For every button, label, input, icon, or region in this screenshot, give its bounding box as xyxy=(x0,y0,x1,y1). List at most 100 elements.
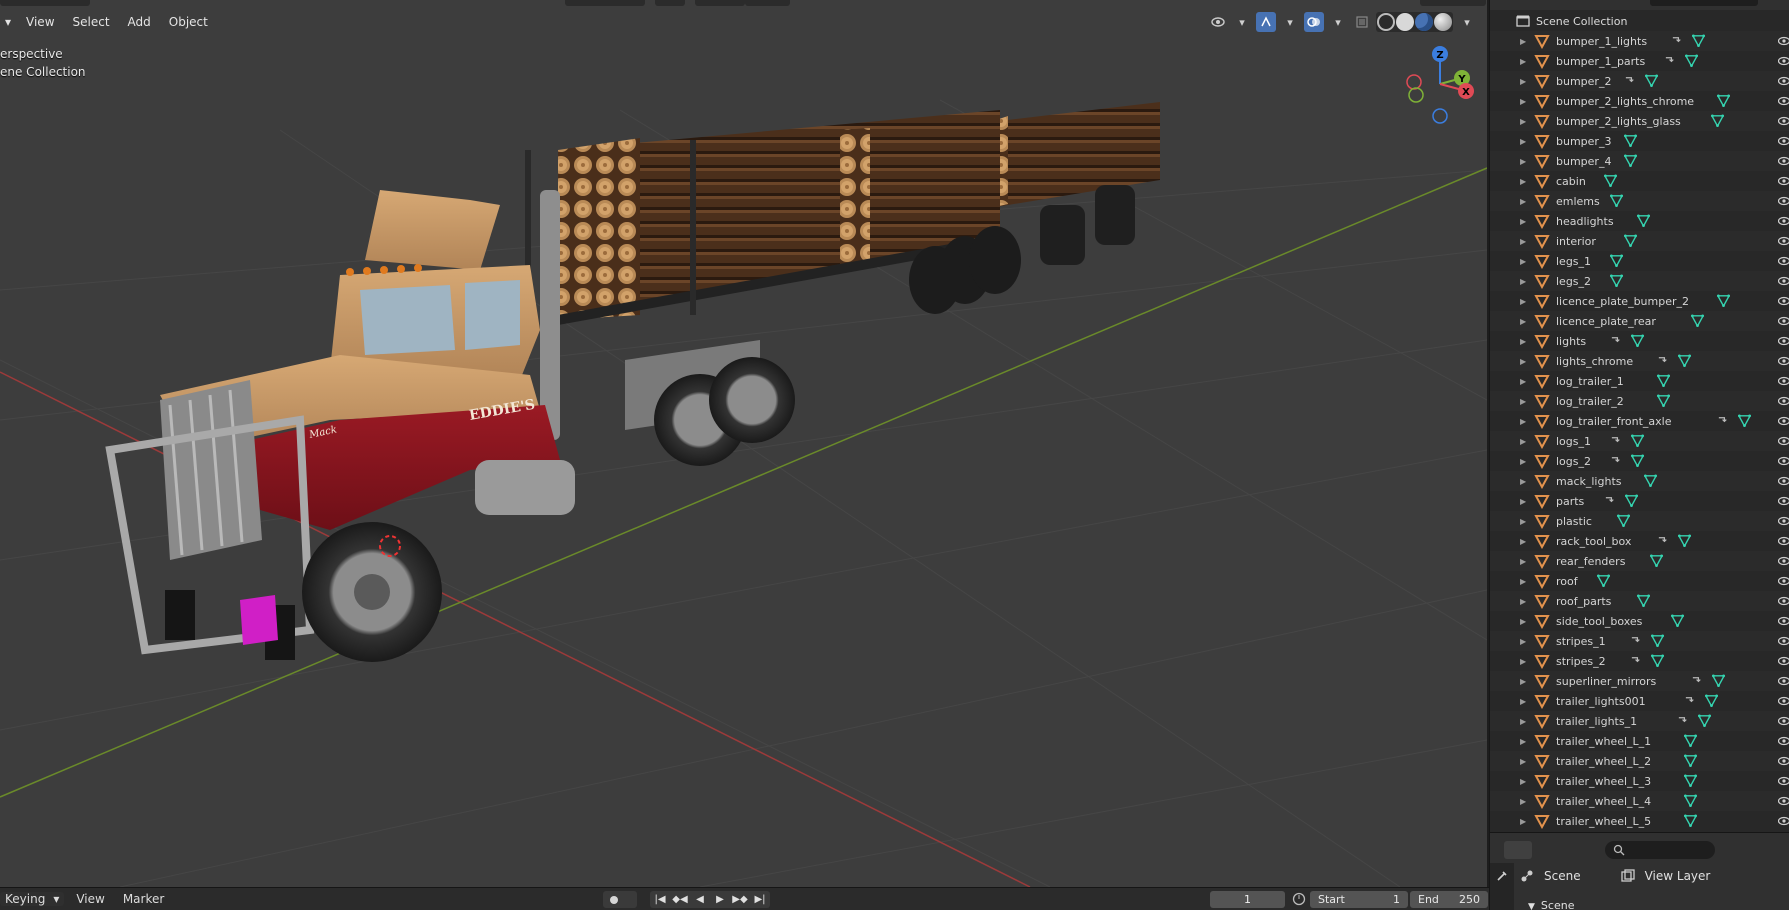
expand-arrow-icon[interactable]: ▶ xyxy=(1520,697,1530,706)
editor-type-dropdown[interactable] xyxy=(1504,841,1532,859)
mesh-data-icon[interactable] xyxy=(1704,694,1719,710)
menu-object[interactable]: Object xyxy=(161,12,216,32)
object-name[interactable]: rear_fenders xyxy=(1556,555,1625,568)
expand-arrow-icon[interactable]: ▶ xyxy=(1520,637,1530,646)
outliner-row[interactable]: ▶ side_tool_boxes xyxy=(1490,611,1789,631)
visibility-eye-icon[interactable] xyxy=(1777,535,1789,547)
properties-panel[interactable]: Scene View Layer ▼ Scene xyxy=(1489,832,1789,910)
modifier-icon[interactable] xyxy=(1604,494,1617,510)
object-name[interactable]: trailer_wheel_L_5 xyxy=(1556,815,1651,828)
modifier-icon[interactable] xyxy=(1657,534,1670,550)
object-name[interactable]: stripes_2 xyxy=(1556,655,1606,668)
visibility-eye-icon[interactable] xyxy=(1777,195,1789,207)
mesh-data-icon[interactable] xyxy=(1683,734,1698,750)
outliner-row[interactable]: ▶ log_trailer_front_axle xyxy=(1490,411,1789,431)
visibility-eye-icon[interactable] xyxy=(1777,255,1789,267)
mesh-data-icon[interactable] xyxy=(1643,474,1657,490)
modifier-icon[interactable] xyxy=(1664,54,1677,70)
gizmo-toggle-icon[interactable] xyxy=(1256,12,1276,32)
outliner-row[interactable]: ▶ licence_plate_rear xyxy=(1490,311,1789,331)
modifier-icon[interactable] xyxy=(1610,334,1623,350)
chevron-down-icon[interactable]: ▾ xyxy=(1232,12,1252,32)
mesh-data-icon[interactable] xyxy=(1630,334,1645,350)
modifier-icon[interactable] xyxy=(1630,634,1643,650)
mesh-data-icon[interactable] xyxy=(1683,814,1698,830)
outliner-panel[interactable]: Scene Collection ▶ bumper_1_lights ▶ bumper… xyxy=(1489,0,1789,832)
preview-range-icon[interactable] xyxy=(1292,892,1306,906)
object-name[interactable]: trailer_wheel_L_1 xyxy=(1556,735,1651,748)
object-name[interactable]: bumper_3 xyxy=(1556,135,1611,148)
visibility-eye-icon[interactable] xyxy=(1777,455,1789,467)
mesh-data-icon[interactable] xyxy=(1630,454,1645,470)
jump-to-start-icon[interactable]: |◀ xyxy=(650,891,670,908)
expand-arrow-icon[interactable]: ▶ xyxy=(1520,677,1530,686)
outliner-row[interactable]: ▶ trailer_wheel_L_4 xyxy=(1490,791,1789,811)
mesh-data-icon[interactable] xyxy=(1690,314,1704,330)
outliner-search[interactable] xyxy=(1650,0,1758,6)
expand-arrow-icon[interactable]: ▶ xyxy=(1520,377,1530,386)
view-layer-context[interactable]: View Layer xyxy=(1620,869,1710,883)
outliner-row[interactable]: ▶ trailer_wheel_L_3 xyxy=(1490,771,1789,791)
outliner-row[interactable]: ▶ bumper_1_parts xyxy=(1490,51,1789,71)
visibility-eye-icon[interactable] xyxy=(1777,215,1789,227)
outliner-row[interactable]: ▶ trailer_lights001 xyxy=(1490,691,1789,711)
outliner-row[interactable]: ▶ trailer_wheel_L_5 xyxy=(1490,811,1789,831)
object-name[interactable]: trailer_wheel_L_3 xyxy=(1556,775,1651,788)
chevron-down-icon[interactable]: ▾ xyxy=(1457,12,1477,32)
object-name[interactable]: interior xyxy=(1556,235,1596,248)
mesh-data-icon[interactable] xyxy=(1616,514,1631,530)
visibility-eye-icon[interactable] xyxy=(1777,35,1789,47)
object-name[interactable]: legs_2 xyxy=(1556,275,1591,288)
object-name[interactable]: parts xyxy=(1556,495,1584,508)
play-icon[interactable]: ▶ xyxy=(710,891,730,908)
object-name[interactable]: trailer_wheel_L_4 xyxy=(1556,795,1651,808)
outliner-row[interactable]: ▶ bumper_2_lights_chrome xyxy=(1490,91,1789,111)
mesh-data-icon[interactable] xyxy=(1609,194,1624,210)
object-name[interactable]: lights xyxy=(1556,335,1586,348)
auto-keying-toggle[interactable] xyxy=(603,891,637,908)
mesh-data-icon[interactable] xyxy=(1717,294,1731,310)
expand-arrow-icon[interactable]: ▶ xyxy=(1520,37,1530,46)
modifier-icon[interactable] xyxy=(1657,354,1670,370)
object-name[interactable]: roof_parts xyxy=(1556,595,1611,608)
expand-arrow-icon[interactable]: ▶ xyxy=(1520,237,1530,246)
overlays-toggle-icon[interactable] xyxy=(1304,12,1324,32)
object-name[interactable]: lights_chrome xyxy=(1556,355,1633,368)
mesh-data-icon[interactable] xyxy=(1683,774,1698,790)
object-name[interactable]: bumper_1_parts xyxy=(1556,55,1645,68)
mesh-data-icon[interactable] xyxy=(1656,374,1671,390)
object-name[interactable]: bumper_2_lights_glass xyxy=(1556,115,1681,128)
expand-arrow-icon[interactable]: ▶ xyxy=(1520,437,1530,446)
visibility-eye-icon[interactable] xyxy=(1777,515,1789,527)
outliner-row[interactable]: ▶ lights_chrome xyxy=(1490,351,1789,371)
visibility-eye-icon[interactable] xyxy=(1777,55,1789,67)
expand-arrow-icon[interactable]: ▶ xyxy=(1520,417,1530,426)
visibility-eye-icon[interactable] xyxy=(1777,755,1789,767)
expand-arrow-icon[interactable]: ▶ xyxy=(1520,517,1530,526)
modifier-icon[interactable] xyxy=(1691,674,1704,690)
jump-to-keyframe-next-icon[interactable]: ▶◆ xyxy=(730,891,750,908)
outliner-row[interactable]: ▶ cabin xyxy=(1490,171,1789,191)
mesh-data-icon[interactable] xyxy=(1683,754,1698,770)
mesh-data-icon[interactable] xyxy=(1651,634,1665,650)
expand-arrow-icon[interactable]: ▶ xyxy=(1520,457,1530,466)
mesh-data-icon[interactable] xyxy=(1623,134,1637,150)
visibility-selectability-icon[interactable] xyxy=(1208,12,1228,32)
expand-arrow-icon[interactable]: ▶ xyxy=(1520,357,1530,366)
visibility-eye-icon[interactable] xyxy=(1777,735,1789,747)
play-reverse-icon[interactable]: ◀ xyxy=(690,891,710,908)
mesh-data-icon[interactable] xyxy=(1697,714,1712,730)
expand-arrow-icon[interactable]: ▶ xyxy=(1520,217,1530,226)
jump-to-keyframe-prev-icon[interactable]: ◆◀ xyxy=(670,891,690,908)
expand-arrow-icon[interactable]: ▶ xyxy=(1520,97,1530,106)
visibility-eye-icon[interactable] xyxy=(1777,135,1789,147)
expand-arrow-icon[interactable]: ▶ xyxy=(1520,117,1530,126)
expand-arrow-icon[interactable]: ▶ xyxy=(1520,537,1530,546)
expand-arrow-icon[interactable]: ▶ xyxy=(1520,137,1530,146)
expand-arrow-icon[interactable]: ▶ xyxy=(1520,797,1530,806)
mesh-data-icon[interactable] xyxy=(1623,154,1637,170)
modifier-icon[interactable] xyxy=(1610,454,1623,470)
outliner-row[interactable]: ▶ roof_parts xyxy=(1490,591,1789,611)
object-name[interactable]: plastic xyxy=(1556,515,1592,528)
menu-view[interactable]: View xyxy=(18,12,62,32)
